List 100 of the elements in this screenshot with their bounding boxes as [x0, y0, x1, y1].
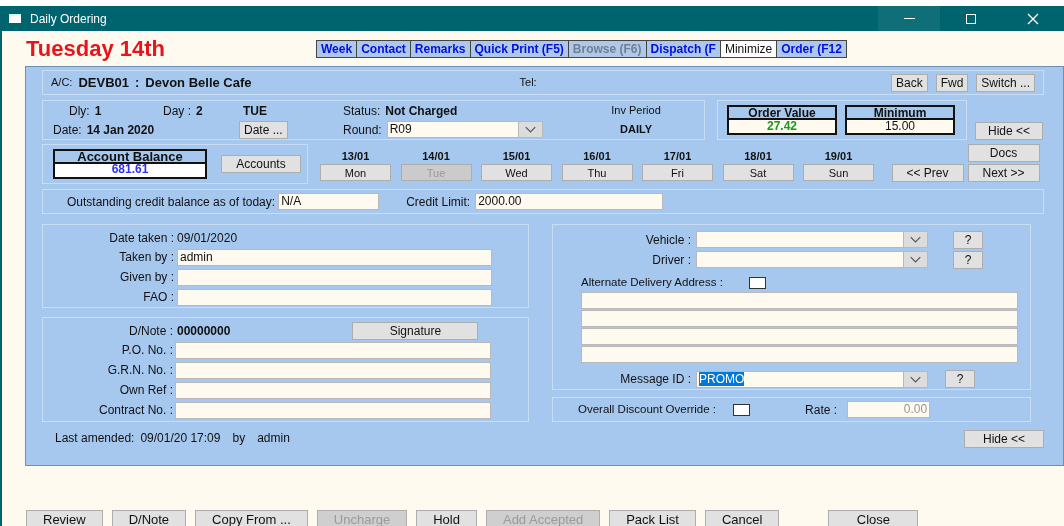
tab[interactable]: Remarks [410, 40, 470, 57]
footer-button[interactable]: Hold [416, 510, 477, 526]
nav-button[interactable]: Back [890, 73, 928, 92]
field-label: Own Ref : [118, 382, 173, 399]
hide-button[interactable]: Hide << [964, 430, 1044, 448]
field-label: Driver : [651, 251, 691, 269]
text-field[interactable] [177, 288, 492, 306]
footer-button[interactable]: Pack List [609, 510, 696, 526]
discount-label: Overall Discount Override : [578, 401, 717, 417]
signature-button[interactable]: Signature [352, 321, 479, 340]
value: Not Charged [385, 102, 458, 120]
day-button[interactable]: Mon [320, 164, 391, 181]
day-button[interactable]: Wed [481, 164, 552, 181]
label: Status: [343, 102, 381, 120]
day-button[interactable]: Thu [561, 164, 633, 181]
last-amended-time: 09/01/20 17:09 [140, 430, 221, 447]
value: DAILY [620, 122, 652, 138]
tab[interactable]: Dispatch (F [646, 40, 720, 57]
day-button[interactable]: Sat [722, 164, 794, 181]
footer-button[interactable]: D/Note [111, 510, 187, 526]
date-taken: 09/01/2020 [177, 230, 238, 247]
hide-button[interactable]: Hide << [975, 122, 1043, 140]
text-field[interactable]: N/A [278, 193, 380, 210]
chevron-down-icon[interactable] [903, 232, 927, 248]
help-button[interactable]: ? [945, 370, 975, 389]
field-label: Taken by : [118, 249, 174, 266]
text-field[interactable] [175, 361, 491, 379]
label: Inv Period [611, 103, 661, 119]
field-label: P.O. No. : [120, 342, 173, 359]
text-field[interactable] [175, 341, 491, 359]
day-date: 13/01 [340, 149, 371, 164]
footer-button[interactable]: Copy From ... [195, 510, 308, 526]
dnote-number: 00000000 [177, 322, 231, 340]
total-value: 15.00 [845, 120, 955, 135]
label: Round: [343, 121, 382, 139]
day-button[interactable]: Fri [642, 164, 713, 181]
chevron-down-icon[interactable] [518, 122, 542, 137]
help-button[interactable]: ? [953, 230, 983, 249]
address-field[interactable] [581, 346, 1018, 364]
label: Date: [53, 121, 82, 139]
prev-button[interactable]: << Prev [891, 164, 964, 182]
field-label: FAO : [142, 289, 174, 306]
window-title: Daily Ordering [30, 10, 107, 28]
text-field[interactable] [175, 401, 491, 419]
date-button[interactable]: Date ... [239, 120, 288, 139]
text-field[interactable] [177, 268, 492, 286]
rate-label: Rate : [805, 401, 838, 419]
day-button[interactable]: Sun [803, 164, 874, 181]
help-button[interactable]: ? [953, 250, 983, 269]
dropdown-field[interactable]: R09 [386, 121, 543, 138]
address-field[interactable] [581, 328, 1018, 346]
checkbox[interactable] [733, 403, 751, 416]
footer-button[interactable]: Cancel [704, 510, 780, 526]
credit-limit-label: Credit Limit: [406, 193, 471, 211]
chevron-down-icon[interactable] [903, 371, 927, 387]
dropdown-field[interactable]: PROMO [696, 370, 928, 388]
text-field[interactable]: admin [177, 248, 492, 266]
tab[interactable]: Week [317, 40, 357, 57]
total-label: Order Value [727, 105, 837, 120]
chevron-down-icon[interactable] [903, 252, 927, 267]
total-label: Minimum [845, 105, 955, 120]
by-label: by [232, 430, 246, 447]
tab[interactable]: Quick Print (F5) [470, 40, 568, 57]
value: TUE [243, 102, 267, 120]
field-label: Date taken : [108, 230, 174, 247]
footer-button[interactable]: Close [828, 510, 919, 526]
label: Day : [163, 102, 191, 120]
tab[interactable]: Minimize [720, 40, 777, 57]
tab[interactable]: Order (F12 [777, 40, 846, 57]
field-label: Vehicle : [644, 231, 691, 249]
account-name: Devon Belle Cafe [145, 73, 252, 92]
close-icon[interactable] [1027, 12, 1039, 25]
text-field[interactable] [175, 381, 491, 399]
balance-label: Account Balance [53, 149, 207, 164]
last-amended-label: Last amended: [55, 430, 135, 447]
day-date: 14/01 [421, 149, 451, 164]
day-date: 15/01 [501, 149, 532, 164]
text-field[interactable]: 2000.00 [475, 193, 664, 210]
credit-label: Outstanding credit balance as of today: [67, 193, 276, 211]
tab[interactable]: Contact [357, 40, 410, 57]
nav-button[interactable]: Fwd [935, 73, 969, 92]
checkbox[interactable] [748, 276, 766, 289]
accounts-button[interactable]: Accounts [221, 155, 301, 173]
field-label: G.R.N. No. : [106, 362, 173, 379]
field-label: Contract No. : [97, 402, 173, 419]
docs-button[interactable]: Docs [967, 144, 1040, 162]
next-button[interactable]: Next >> [967, 164, 1040, 182]
nav-button[interactable]: Switch ... [976, 73, 1035, 92]
field-label: Alternate Delivery Address : [581, 275, 723, 291]
footer-button[interactable]: Review [26, 510, 103, 526]
value: 1 [94, 102, 102, 120]
day-date: 18/01 [743, 149, 773, 164]
label: Dly: [69, 102, 90, 120]
separator: : [135, 73, 140, 92]
dropdown-field[interactable] [696, 231, 928, 249]
value: 2 [196, 102, 203, 120]
page-heading: Tuesday 14th [25, 35, 166, 63]
address-field[interactable] [581, 310, 1018, 328]
address-field[interactable] [581, 292, 1018, 310]
dropdown-field[interactable] [696, 251, 928, 268]
